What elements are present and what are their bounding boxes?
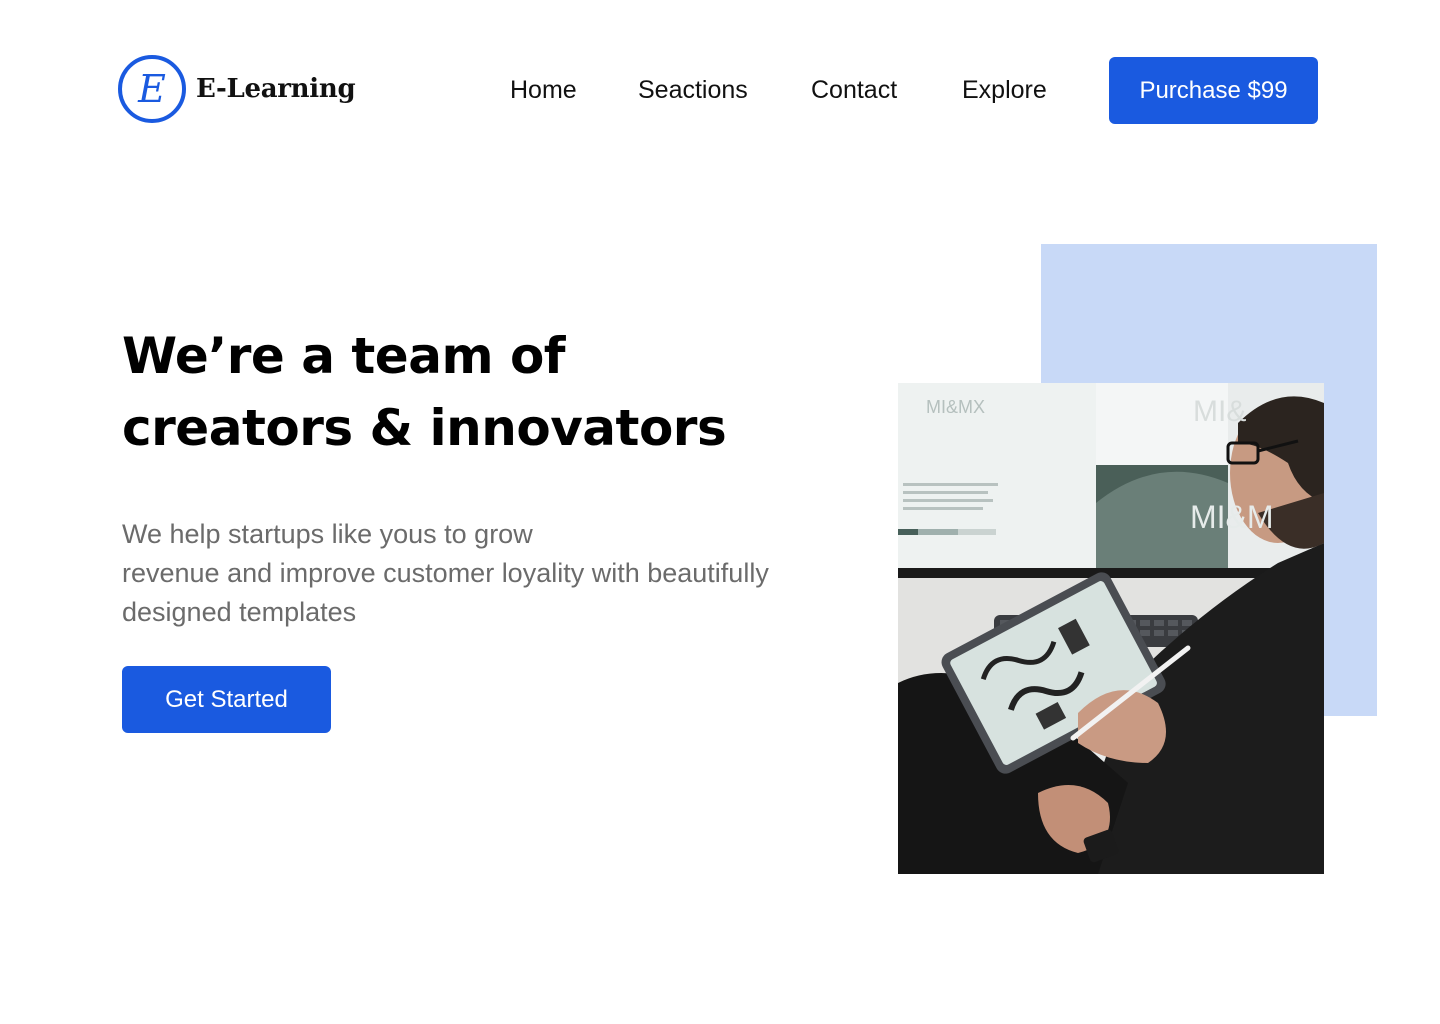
screen-text-right-bottom: MI&M	[1190, 499, 1274, 535]
hero-description-line: designed templates	[122, 597, 357, 627]
hero-title-line: creators & innovators	[122, 399, 727, 457]
hero-title-line: We’re a team of	[122, 327, 566, 385]
nav-link-explore[interactable]: Explore	[962, 74, 1047, 106]
purchase-button[interactable]: Purchase $99	[1109, 57, 1318, 124]
get-started-button[interactable]: Get Started	[122, 666, 331, 733]
nav-link-contact[interactable]: Contact	[811, 74, 897, 106]
screen-text-left: MI&MX	[926, 397, 985, 417]
hero-description-line: We help startups like yous to grow	[122, 519, 533, 549]
hero-description: We help startups like yous to grow reven…	[122, 515, 769, 632]
hero-description-line: revenue and improve customer loyality wi…	[122, 558, 769, 588]
nav-link-home[interactable]: Home	[510, 74, 577, 106]
hero-photo: MI&MX MI& MI&M	[898, 383, 1324, 874]
hero-title: We’re a team of creators & innovators	[122, 320, 727, 464]
nav-link-sections[interactable]: Seactions	[638, 74, 748, 106]
screen-text-right-top: MI&	[1193, 395, 1246, 428]
